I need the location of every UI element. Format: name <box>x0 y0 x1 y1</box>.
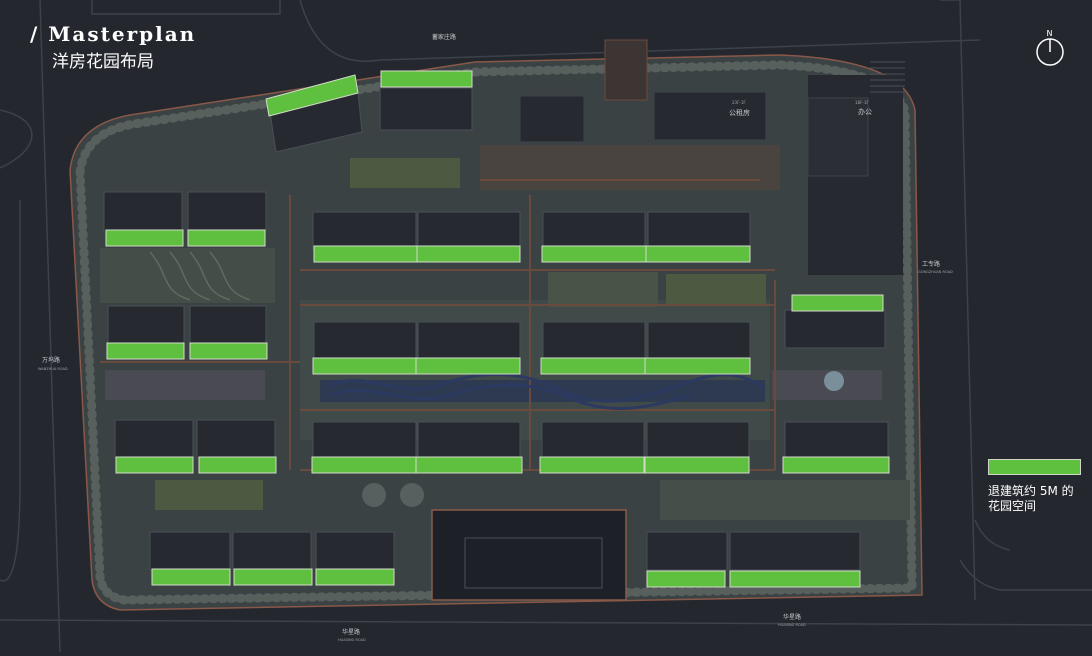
road-label-south-left: 华星路 <box>342 628 360 636</box>
road-label-east-en: GONGZHUAN ROAD <box>918 270 953 274</box>
garden-space <box>541 245 647 263</box>
garden-space <box>644 456 750 474</box>
public-housing-tower <box>519 95 585 143</box>
road-label-south-right: 华星路 <box>783 613 801 621</box>
garden-space <box>782 456 890 474</box>
page-subtitle: 洋房花园布局 <box>52 52 154 72</box>
legend-text: 退建筑约 5M 的 花园空间 <box>988 484 1088 514</box>
garden-space <box>416 245 521 263</box>
garden-space <box>312 357 417 375</box>
legend-line-1: 退建筑约 5M 的 <box>988 484 1074 498</box>
garden-space <box>791 294 884 312</box>
garden-space <box>187 229 266 247</box>
page-title: / Masterplan <box>30 22 197 46</box>
road-label-north: 蓄家庄路 <box>432 33 456 41</box>
garden-space <box>105 229 184 247</box>
garden-space <box>539 456 645 474</box>
site-plan-map: 蓄家庄路 万坞路 WANZHUA ROAD 工专路 GONGZHUAN ROAD… <box>0 0 1092 653</box>
public-housing-label: 公租房 <box>729 108 750 117</box>
garden-space <box>540 357 646 375</box>
garden-space <box>189 342 268 360</box>
garden-space <box>313 245 418 263</box>
road-label-west-en: WANZHUA ROAD <box>38 367 68 371</box>
legend-swatch <box>988 459 1081 475</box>
garden-space <box>115 456 194 474</box>
garden-space <box>646 570 726 588</box>
garden-space <box>315 568 395 586</box>
office-floors: 18F-1F <box>855 100 869 105</box>
compass-label: N <box>1047 29 1053 38</box>
south-plaza <box>431 509 627 601</box>
garden-space <box>233 568 313 586</box>
garden-space <box>729 570 861 588</box>
garden-space <box>151 568 231 586</box>
road-label-south-right-en: HUAXING ROAD <box>778 623 806 627</box>
road-label-east: 工专路 <box>922 260 940 268</box>
garden-space <box>645 245 751 263</box>
garden-space <box>415 456 523 474</box>
office-label: 办公 <box>858 107 872 116</box>
garden-space <box>644 357 751 375</box>
garden-space <box>198 456 277 474</box>
masterplan-canvas: 蓄家庄路 万坞路 WANZHUA ROAD 工专路 GONGZHUAN ROAD… <box>0 0 1092 653</box>
garden-space <box>415 357 521 375</box>
north-compass: N <box>1034 28 1066 68</box>
garden-space <box>311 456 417 474</box>
road-label-south-left-en: HUAXING ROAD <box>338 638 366 642</box>
legend-line-2: 花园空间 <box>988 499 1037 513</box>
garden-space <box>380 70 473 88</box>
garden-space <box>106 342 185 360</box>
compass-icon: N <box>1036 29 1064 66</box>
road-label-west: 万坞路 <box>42 356 60 364</box>
gate-plaza <box>604 39 648 101</box>
public-housing-floors: 23F-1F <box>732 100 746 105</box>
